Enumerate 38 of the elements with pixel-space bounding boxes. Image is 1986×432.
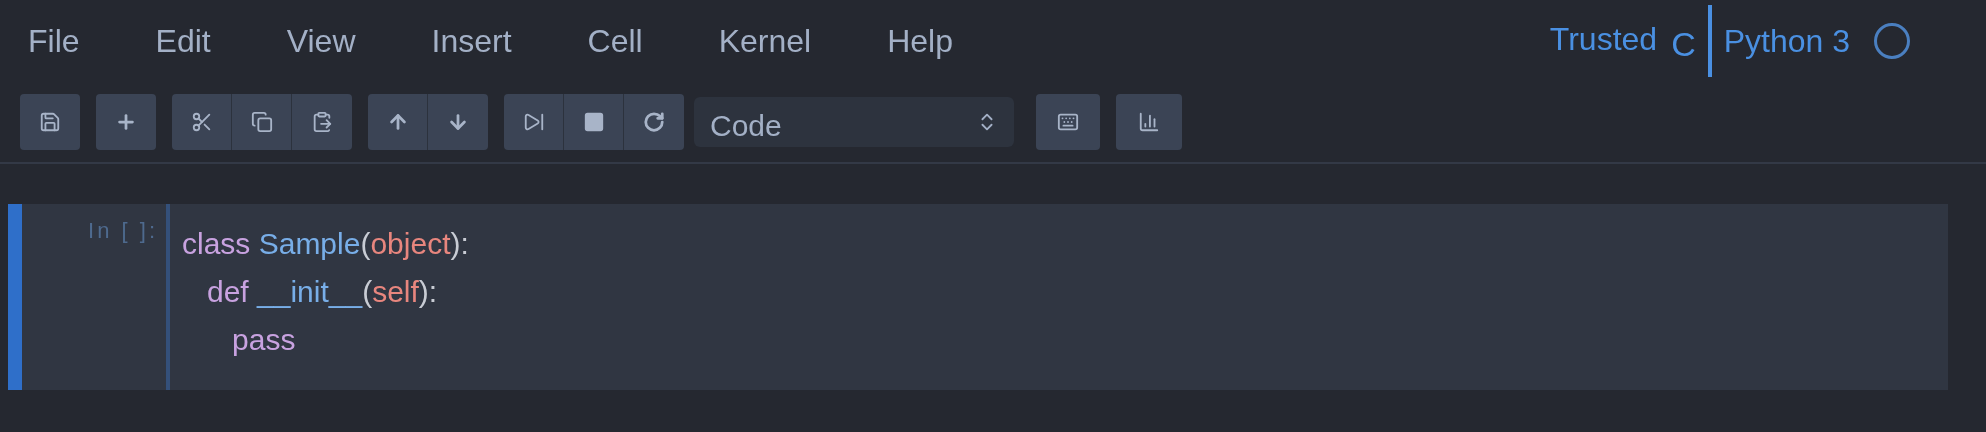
restart-button[interactable]: [624, 94, 684, 150]
cell-type-select[interactable]: Code: [694, 97, 1014, 147]
save-icon: [39, 111, 61, 133]
code-editor[interactable]: class Sample(object): def __init__(self): pass: [170, 204, 1948, 390]
cell-prompt: In [ ]:: [88, 217, 158, 245]
keyboard-button[interactable]: [1036, 94, 1100, 150]
copy-icon: [250, 111, 273, 133]
trusted-indicator[interactable]: Trusted: [1549, 15, 1658, 63]
restart-icon: [643, 111, 665, 133]
move-down-button[interactable]: [428, 94, 488, 150]
chart-button[interactable]: [1116, 94, 1182, 150]
add-cell-button[interactable]: [96, 94, 156, 150]
code-line: def __init__(self):: [206, 274, 439, 310]
kernel-name[interactable]: Python 3: [1723, 17, 1850, 65]
copy-button[interactable]: [232, 94, 292, 150]
save-button[interactable]: [20, 94, 80, 150]
plus-icon: [115, 111, 137, 133]
paste-icon: [311, 111, 333, 133]
code-line: class Sample(object):: [182, 226, 470, 262]
cut-button[interactable]: [172, 94, 232, 150]
menu-item[interactable]: Kernel: [718, 17, 812, 65]
code-line: pass: [231, 322, 297, 358]
move-up-button[interactable]: [368, 94, 428, 150]
keyboard-icon: [1057, 111, 1079, 133]
menu-item[interactable]: Help: [887, 17, 953, 65]
stop-button[interactable]: [564, 94, 624, 150]
run-button[interactable]: [504, 94, 564, 150]
mode-indicator: C: [1671, 23, 1696, 65]
menu-item[interactable]: File: [28, 17, 80, 65]
bar-chart-icon: [1138, 111, 1160, 133]
menu-item[interactable]: Edit: [155, 17, 211, 65]
stop-icon: [582, 111, 605, 133]
skip-forward-icon: [522, 111, 545, 133]
paste-button[interactable]: [292, 94, 352, 150]
scissors-icon: [190, 111, 213, 133]
menu-item[interactable]: Insert: [431, 17, 512, 65]
menu-item[interactable]: Cell: [587, 17, 643, 65]
menu-item[interactable]: View: [286, 17, 356, 65]
